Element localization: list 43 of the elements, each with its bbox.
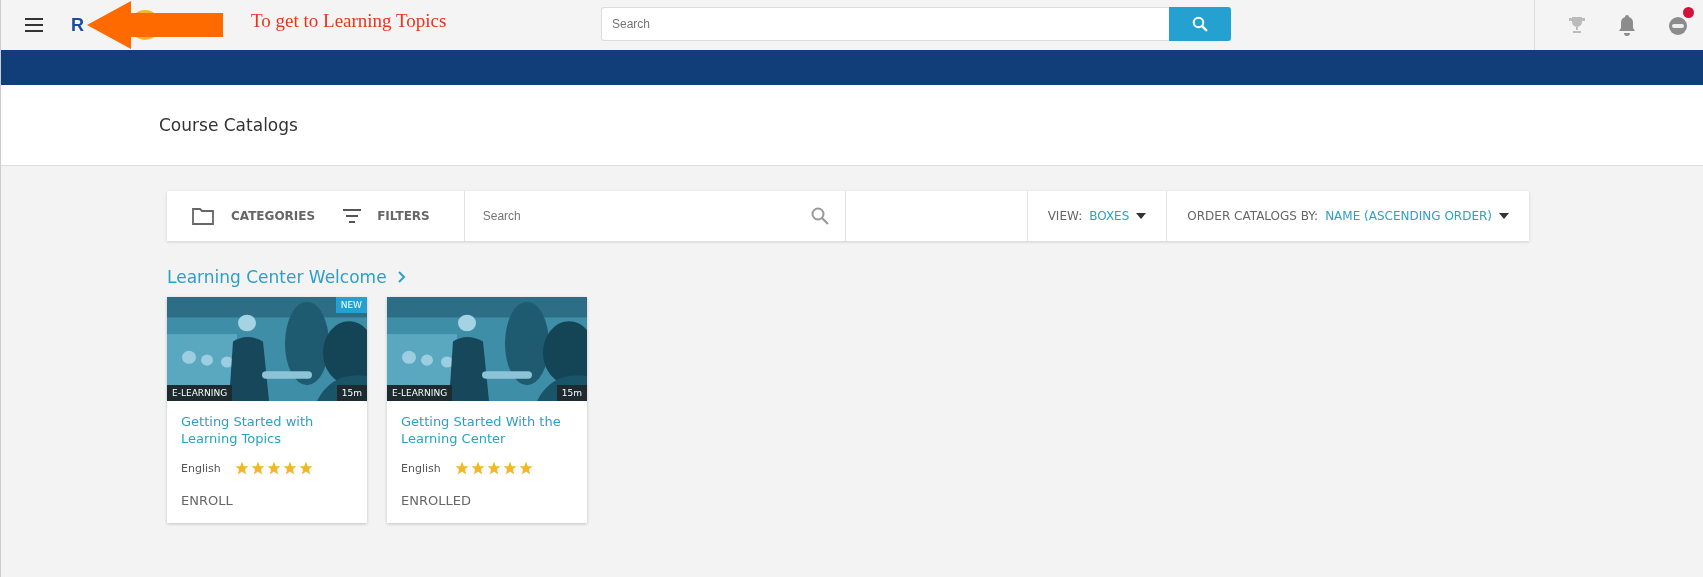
language-label: English bbox=[181, 461, 221, 475]
chevron-icon bbox=[396, 271, 406, 283]
categories-button[interactable]: CATEGORIES bbox=[167, 191, 316, 241]
order-dropdown[interactable]: ORDER CATALOGS BY: NAME (ASCENDING ORDER) bbox=[1166, 191, 1529, 241]
menu-icon[interactable] bbox=[25, 18, 43, 32]
type-label: E-LEARNING bbox=[167, 385, 233, 401]
enroll-button[interactable]: ENROLLED bbox=[401, 493, 471, 508]
search-field[interactable]: Search bbox=[601, 7, 1169, 41]
trophy-icon[interactable] bbox=[1567, 15, 1587, 35]
search-icon bbox=[1192, 16, 1208, 32]
type-label: E-LEARNING bbox=[387, 385, 453, 401]
caret-icon bbox=[1136, 213, 1147, 219]
star-icon bbox=[502, 461, 517, 475]
caret-icon bbox=[1499, 213, 1509, 219]
course-title[interactable]: Getting Started with Learning Topics bbox=[181, 413, 353, 447]
filter-icon bbox=[343, 209, 362, 223]
language-label: English bbox=[401, 461, 441, 475]
course-title[interactable]: Getting Started With the Learning Center bbox=[401, 413, 573, 447]
course-card[interactable]: E-LEARNING 15m Getting Started With the Learning Center English ENROLLED bbox=[387, 297, 587, 523]
star-icon bbox=[298, 461, 313, 475]
duration-label: 15m bbox=[556, 385, 587, 401]
star-icon bbox=[470, 461, 485, 475]
page-title: Course Catalogs bbox=[159, 115, 298, 135]
view-dropdown[interactable]: VIEW: BOXES bbox=[1026, 191, 1167, 241]
star-icon bbox=[282, 461, 297, 475]
new-badge: NEW bbox=[335, 297, 367, 313]
search-icon bbox=[810, 207, 829, 225]
course-card[interactable]: NEW E-LEARNING 15m Getting Started with Learning Topics English ENROLL bbox=[167, 297, 367, 523]
search-button[interactable] bbox=[1169, 7, 1231, 41]
star-icon bbox=[234, 461, 249, 475]
folder-icon bbox=[191, 206, 215, 226]
star-icon bbox=[250, 461, 265, 475]
star-icon bbox=[486, 461, 501, 475]
duration-label: 15m bbox=[336, 385, 367, 401]
filters-button[interactable]: FILTERS bbox=[315, 191, 464, 241]
star-icon bbox=[266, 461, 281, 475]
logo-text: R bbox=[71, 14, 84, 36]
star-icon bbox=[454, 461, 469, 475]
enroll-button[interactable]: ENROLL bbox=[181, 493, 233, 508]
annotation-text: To get to Learning Topics bbox=[251, 10, 447, 32]
bell-icon[interactable] bbox=[1617, 14, 1637, 36]
avatar-icon[interactable] bbox=[1667, 14, 1689, 36]
star-icon bbox=[518, 461, 533, 475]
